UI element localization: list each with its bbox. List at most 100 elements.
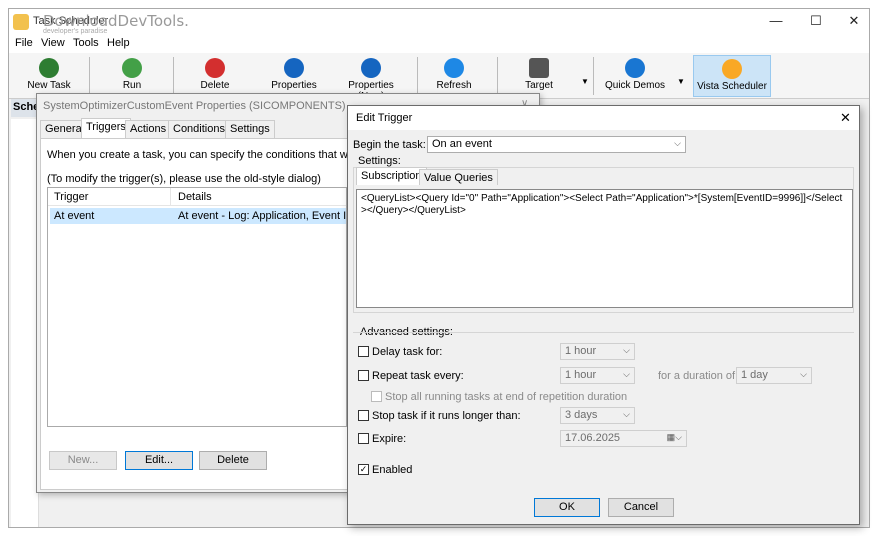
begin-task-label: Begin the task: [353, 139, 426, 151]
refresh-icon [444, 58, 464, 78]
properties-button[interactable]: Properties [261, 55, 327, 97]
quick-demos-button[interactable]: Quick Demos [605, 55, 665, 97]
new-trigger-button[interactable]: New... [49, 451, 117, 470]
menu-bar: File View Tools Help [9, 35, 869, 53]
run-button[interactable]: Run [105, 55, 159, 97]
quick-demos-icon [625, 58, 645, 78]
duration-select[interactable]: 1 day ⌵ [736, 367, 812, 384]
triggers-list-header: Trigger Details [48, 188, 346, 206]
row-details: At event - Log: Application, Event ID: 9… [178, 210, 347, 222]
enabled-label: Enabled [372, 464, 413, 476]
menu-view[interactable]: View [41, 37, 65, 49]
toolbar-separator [173, 57, 174, 95]
tab-actions[interactable]: Actions [125, 120, 172, 138]
tab-subscription[interactable]: Subscription [356, 167, 427, 185]
begin-task-value: On an event [432, 138, 492, 150]
delete-button[interactable]: Delete [185, 55, 245, 97]
tab-value-queries[interactable]: Value Queries [419, 169, 498, 185]
cancel-button[interactable]: Cancel [608, 498, 674, 517]
delay-select[interactable]: 1 hour ⌵ [560, 343, 635, 360]
stop-running-checkbox[interactable] [371, 391, 382, 402]
new-task-label: New Task [27, 80, 71, 91]
refresh-label: Refresh [436, 80, 472, 91]
app-icon [13, 14, 29, 30]
properties-icon [284, 58, 304, 78]
tab-triggers[interactable]: Triggers [81, 118, 131, 138]
delay-value: 1 hour [565, 345, 597, 357]
title-bar: Task Scheduler DownloadDevTools. develop… [9, 9, 869, 35]
delete-icon [205, 58, 225, 78]
quick-demos-label: Quick Demos [605, 80, 666, 91]
delay-label: Delay task for: [372, 346, 443, 358]
menu-tools[interactable]: Tools [73, 37, 99, 49]
toolbar-separator [89, 57, 90, 95]
toolbar-separator [417, 57, 418, 95]
expire-checkbox[interactable] [358, 433, 369, 444]
run-label: Run [122, 80, 142, 91]
chevron-down-icon: ⌵ [674, 138, 681, 148]
refresh-button[interactable]: Refresh [429, 55, 479, 97]
column-trigger[interactable]: Trigger [54, 191, 88, 203]
chevron-down-icon: ⌵ [800, 369, 807, 379]
stop-longer-label: Stop task if it runs longer than: [372, 410, 521, 422]
ok-button[interactable]: OK [534, 498, 600, 517]
repeat-checkbox[interactable] [358, 370, 369, 381]
target-dropdown-arrow-icon[interactable]: ▼ [581, 77, 589, 86]
duration-value: 1 day [741, 369, 768, 381]
toolbar-separator [593, 57, 594, 95]
stop-longer-checkbox[interactable] [358, 410, 369, 421]
left-pane-tree[interactable] [11, 119, 39, 527]
properties-dialog-title: SystemOptimizerCustomEvent Properties (S… [43, 100, 346, 112]
expire-date-picker[interactable]: 17.06.2025 ▦⌵ [560, 430, 687, 447]
tab-conditions[interactable]: Conditions [168, 120, 230, 138]
delete-label: Delete [200, 80, 230, 91]
vista-scheduler-button[interactable]: Vista Scheduler [693, 55, 771, 97]
expire-label: Expire: [372, 433, 407, 445]
menu-file[interactable]: File [15, 37, 33, 49]
column-details[interactable]: Details [178, 191, 212, 203]
row-trigger: At event [54, 210, 95, 222]
target-label: Target [525, 80, 553, 91]
expire-value: 17.06.2025 [565, 432, 621, 444]
table-row[interactable]: At event At event - Log: Application, Ev… [50, 208, 347, 224]
repeat-select[interactable]: 1 hour ⌵ [560, 367, 635, 384]
close-button[interactable]: ✕ [839, 13, 869, 33]
calendar-icon: ▦⌵ [666, 432, 682, 442]
stop-longer-select[interactable]: 3 days ⌵ [560, 407, 635, 424]
stop-running-label: Stop all running tasks at end of repetit… [385, 391, 628, 403]
edit-trigger-dialog: Edit Trigger ✕ Begin the task: On an eve… [347, 105, 860, 525]
query-textarea[interactable]: <QueryList><Query Id="0" Path="Applicati… [356, 189, 853, 308]
new-task-button[interactable]: New Task [17, 55, 81, 97]
toolbar-separator [497, 57, 498, 95]
repeat-value: 1 hour [565, 369, 597, 381]
maximize-button[interactable]: ☐ [801, 13, 831, 33]
repeat-label: Repeat task every: [372, 370, 464, 382]
menu-help[interactable]: Help [107, 37, 130, 49]
chevron-down-icon: ⌵ [623, 345, 630, 355]
edit-trigger-button[interactable]: Edit... [125, 451, 193, 470]
minimize-button[interactable]: — [761, 13, 791, 33]
quick-demos-dropdown-arrow-icon[interactable]: ▼ [677, 77, 685, 86]
watermark-sub: developer's paradise [43, 28, 108, 35]
column-divider [170, 188, 171, 206]
enabled-checkbox[interactable]: ✓ [358, 464, 369, 475]
chevron-down-icon: ⌵ [623, 409, 630, 419]
close-icon[interactable]: ✕ [840, 110, 851, 126]
target-icon [529, 58, 549, 78]
stop-longer-value: 3 days [565, 409, 598, 421]
triggers-list[interactable]: Trigger Details At event At event - Log:… [47, 187, 347, 427]
begin-task-select[interactable]: On an event ⌵ [427, 136, 686, 153]
target-button[interactable]: Target [513, 55, 565, 97]
edit-trigger-title: Edit Trigger [356, 112, 413, 124]
triggers-intro: When you create a task, you can specify … [47, 149, 390, 161]
tab-settings[interactable]: Settings [225, 120, 275, 138]
properties-new-button[interactable]: Properties (New) [335, 55, 407, 102]
delete-trigger-button[interactable]: Delete [199, 451, 267, 470]
edit-trigger-title-bar: Edit Trigger ✕ [348, 106, 859, 130]
properties-new-icon [361, 58, 381, 78]
delay-checkbox[interactable] [358, 346, 369, 357]
properties-label: Properties [271, 80, 317, 91]
duration-label: for a duration of: [658, 370, 739, 382]
chevron-down-icon: ⌵ [623, 369, 630, 379]
vista-scheduler-label: Vista Scheduler [697, 81, 767, 92]
